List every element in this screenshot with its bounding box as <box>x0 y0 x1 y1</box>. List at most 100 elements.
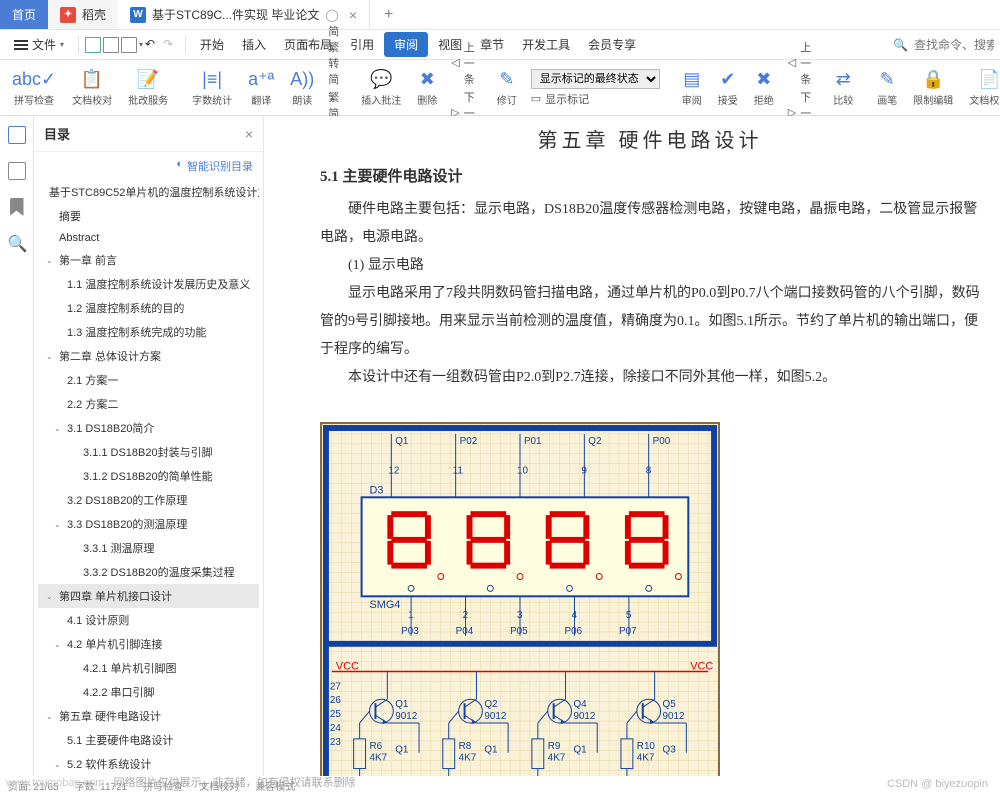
toc-item-label: 1.1 温度控制系统设计发展历史及意义 <box>67 276 250 292</box>
menu-dev[interactable]: 开发工具 <box>514 32 578 57</box>
outline-icon[interactable] <box>8 126 26 144</box>
toc-item-label: 4.2 单片机引脚连接 <box>67 636 162 652</box>
ribbon-prev-change[interactable]: ◁上一条 <box>788 39 811 87</box>
close-icon[interactable]: × <box>349 7 357 23</box>
menu-start[interactable]: 开始 <box>192 32 232 57</box>
ai-icon: ◐ <box>176 158 183 174</box>
toc-item[interactable]: 1.1 温度控制系统设计发展历史及意义 <box>38 272 259 296</box>
toc-item[interactable]: 3.2 DS18B20的工作原理 <box>38 488 259 512</box>
side-rail: 🔍 <box>0 116 34 776</box>
toc-item[interactable]: ⌄第四章 单片机接口设计 <box>38 584 259 608</box>
toc-item-label: 3.1 DS18B20简介 <box>67 420 154 436</box>
trad-to-simp[interactable]: 简 繁转简 <box>328 23 339 87</box>
toc-item[interactable]: 4.1 设计原则 <box>38 608 259 632</box>
toc-item-label: 2.2 方案二 <box>67 396 118 412</box>
toc-item[interactable]: ⌄第二章 总体设计方案 <box>38 344 259 368</box>
svg-text:R6: R6 <box>370 741 383 752</box>
toc-item[interactable]: 3.3.2 DS18B20的温度采集过程 <box>38 560 259 584</box>
toc-item[interactable]: ⌄5.2 软件系统设计 <box>38 752 259 776</box>
show-marks[interactable]: ▭显示标记 <box>531 91 660 107</box>
ribbon-proof[interactable]: 📋文档校对 <box>66 60 118 115</box>
toc-item[interactable]: 2.2 方案二 <box>38 392 259 416</box>
menu-review[interactable]: 审阅 <box>384 32 428 57</box>
tab-label: 稻壳 <box>82 6 106 23</box>
toc-item-label: 1.3 温度控制系统完成的功能 <box>67 324 206 340</box>
toc-item[interactable]: 4.2.1 单片机引脚图 <box>38 656 259 680</box>
svg-text:Q1: Q1 <box>395 699 409 710</box>
toc-item[interactable]: 摘要 <box>38 204 259 228</box>
svg-text:25: 25 <box>330 709 341 720</box>
svg-text:P07: P07 <box>619 626 637 637</box>
redo-icon[interactable]: ↷ <box>163 37 179 53</box>
toc-item-label: 5.2 软件系统设计 <box>67 756 151 772</box>
svg-text:8: 8 <box>646 466 652 477</box>
menu-ref[interactable]: 引用 <box>342 32 382 57</box>
ribbon-spellcheck[interactable]: abc✓拼写检查 <box>6 60 62 115</box>
close-icon[interactable]: × <box>245 126 253 142</box>
toc-item[interactable]: ⌄第五章 硬件电路设计 <box>38 704 259 728</box>
ribbon-restrict[interactable]: 🔒限制编辑 <box>907 60 959 115</box>
toc-item[interactable]: 基于STC89C52单片机的温度控制系统设计方 ... <box>38 180 259 204</box>
toc-item[interactable]: 1.2 温度控制系统的目的 <box>38 296 259 320</box>
svg-text:12: 12 <box>388 466 399 477</box>
menu-member[interactable]: 会员专享 <box>580 32 644 57</box>
paragraph: 本设计中还有一组数码管由P2.0到P2.7连接，除接口不同外其他一样，如图5.2… <box>320 364 980 392</box>
ribbon-prev-comment[interactable]: ◁上一条 <box>451 39 474 87</box>
undo-icon[interactable]: ↶ <box>145 37 161 53</box>
toc-item-label: 3.3.2 DS18B20的温度采集过程 <box>83 564 235 580</box>
toc-item[interactable]: ⌄第一章 前言 <box>38 248 259 272</box>
toc-item[interactable]: ⌄4.2 单片机引脚连接 <box>38 632 259 656</box>
ribbon-read[interactable]: A))朗读 <box>284 60 320 115</box>
search-input[interactable] <box>914 38 994 52</box>
title-bar: 首页 ✦ 稻壳 W 基于STC89C...件实现 毕业论文 ◯ × + <box>0 0 1000 30</box>
count-icon: |≡| <box>202 69 222 90</box>
menu-file[interactable]: 文件 ▾ <box>6 32 72 57</box>
ribbon-translate[interactable]: a⁺ª翻译 <box>242 60 280 115</box>
svg-text:26: 26 <box>330 695 341 706</box>
toc-item-label: 1.2 温度控制系统的目的 <box>67 300 184 316</box>
search-rail-icon[interactable]: 🔍 <box>8 234 26 252</box>
ribbon-brush[interactable]: ✎画笔 <box>871 60 903 115</box>
svg-text:3: 3 <box>517 610 523 621</box>
ribbon-wordcount[interactable]: |≡|字数统计 <box>186 60 238 115</box>
toc-item[interactable]: ⌄3.3 DS18B20的测温原理 <box>38 512 259 536</box>
ribbon-docperm[interactable]: 📄文档权限 <box>963 60 1000 115</box>
toc-item[interactable]: Abstract <box>38 228 259 248</box>
ribbon-delete[interactable]: ✖删除 <box>411 60 443 115</box>
toc-item[interactable]: 3.1.2 DS18B20的简单性能 <box>38 464 259 488</box>
print-icon[interactable] <box>103 37 119 53</box>
toc-list[interactable]: 基于STC89C52单片机的温度控制系统设计方 ...摘要Abstract⌄第一… <box>34 180 263 776</box>
page-icon[interactable] <box>8 162 26 180</box>
svg-text:5: 5 <box>626 610 632 621</box>
ribbon-compare[interactable]: ⇄比较 <box>827 60 859 115</box>
track-changes-select[interactable]: 显示标记的最终状态 <box>531 69 660 89</box>
search-area: 🔍 <box>893 38 994 52</box>
svg-text:Q2: Q2 <box>588 436 601 447</box>
toc-item[interactable]: ⌄3.1 DS18B20简介 <box>38 416 259 440</box>
ribbon-accept[interactable]: ✔接受 <box>712 60 744 115</box>
toc-ai-detect[interactable]: ◐ 智能识别目录 <box>34 152 263 180</box>
toc-item[interactable]: 2.1 方案一 <box>38 368 259 392</box>
toc-panel: 目录 × ◐ 智能识别目录 基于STC89C52单片机的温度控制系统设计方 ..… <box>34 116 264 776</box>
toc-item[interactable]: 4.2.2 串口引脚 <box>38 680 259 704</box>
ribbon-reject[interactable]: ✖拒绝 <box>748 60 780 115</box>
document-area[interactable]: 第五章 硬件电路设计 5.1 主要硬件电路设计 硬件电路主要包括：显示电路，DS… <box>264 116 1000 776</box>
new-tab-button[interactable]: + <box>370 0 407 29</box>
svg-text:24: 24 <box>330 723 341 734</box>
menu-insert[interactable]: 插入 <box>234 32 274 57</box>
preview-icon[interactable] <box>121 37 137 53</box>
chevron-down-icon[interactable]: ▾ <box>139 40 143 49</box>
ribbon-review-pane[interactable]: ▤审阅 <box>676 60 708 115</box>
bookmark-icon[interactable] <box>10 198 24 216</box>
ribbon-insert-comment[interactable]: 💬插入批注 <box>355 60 407 115</box>
ribbon-revise[interactable]: ✎修订 <box>491 60 523 115</box>
save-icon[interactable] <box>85 37 101 53</box>
tab-home[interactable]: 首页 <box>0 0 48 29</box>
toc-item[interactable]: 3.1.1 DS18B20封装与引脚 <box>38 440 259 464</box>
ribbon-approve[interactable]: 📝批改服务 <box>122 60 174 115</box>
tab-doc-second[interactable]: ✦ 稻壳 <box>48 0 118 29</box>
svg-text:P02: P02 <box>460 436 478 447</box>
toc-item[interactable]: 1.3 温度控制系统完成的功能 <box>38 320 259 344</box>
toc-item[interactable]: 5.1 主要硬件电路设计 <box>38 728 259 752</box>
toc-item[interactable]: 3.3.1 测温原理 <box>38 536 259 560</box>
